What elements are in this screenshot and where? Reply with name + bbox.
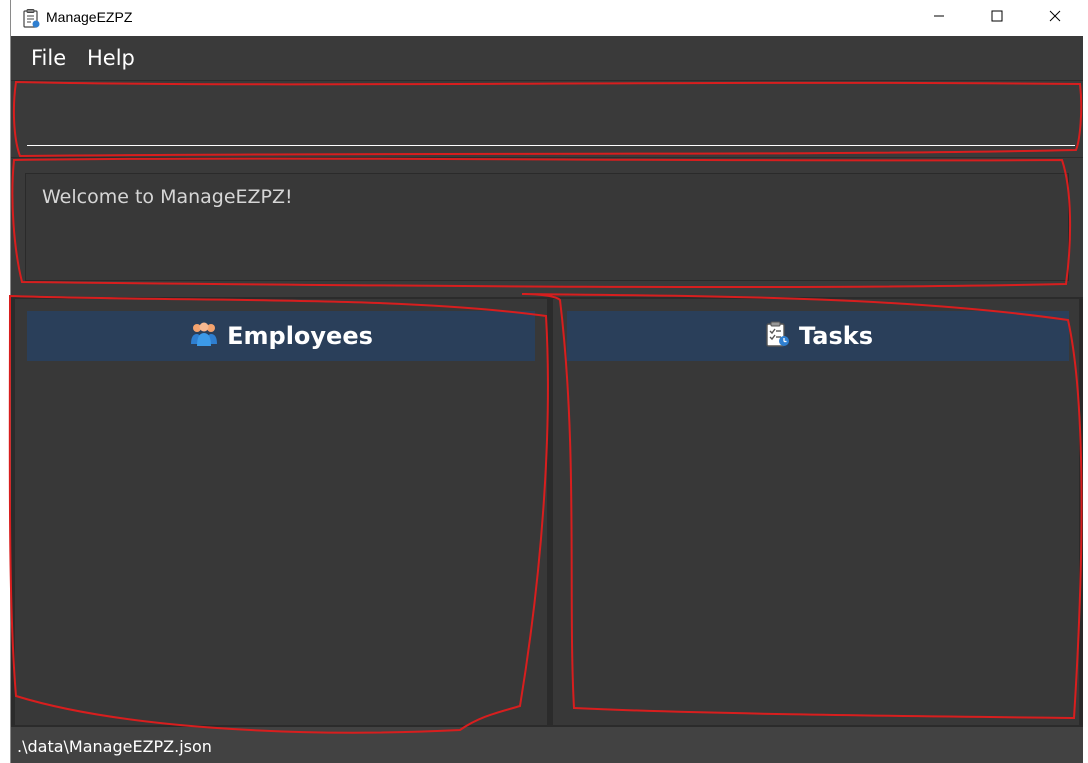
menu-help[interactable]: Help [87, 46, 135, 70]
command-input[interactable] [27, 87, 1075, 146]
maximize-button[interactable] [974, 0, 1020, 33]
clipboard-icon [21, 8, 41, 28]
employees-icon [189, 320, 219, 352]
employee-list-panel[interactable]: Employees [15, 299, 547, 725]
command-box-pane [11, 80, 1083, 157]
result-message: Welcome to ManageEZPZ! [42, 186, 293, 208]
minimize-button[interactable] [916, 0, 962, 33]
task-list-title: Tasks [798, 322, 873, 350]
maximize-icon [991, 7, 1003, 26]
employee-list-title: Employees [227, 322, 373, 350]
menu-file[interactable]: File [31, 46, 66, 70]
task-list-header: Tasks [567, 311, 1069, 361]
menu-bar: File Help [11, 36, 1083, 80]
minimize-icon [933, 7, 945, 26]
status-file-path: .\data\ManageEZPZ.json [17, 737, 212, 756]
tasks-icon [763, 320, 791, 352]
status-bar: .\data\ManageEZPZ.json [11, 727, 1083, 763]
title-bar: ManageEZPZ [11, 0, 1083, 36]
close-button[interactable] [1032, 0, 1078, 33]
lists-area: Employees Tasks [11, 297, 1083, 727]
app-window: ManageEZPZ File Help Welcome to ManageEZ… [10, 0, 1083, 763]
employee-list-header: Employees [27, 311, 535, 361]
task-list-panel[interactable]: Tasks [553, 299, 1079, 725]
result-display[interactable]: Welcome to ManageEZPZ! [25, 173, 1069, 281]
close-icon [1049, 7, 1061, 26]
window-title: ManageEZPZ [46, 9, 133, 25]
result-display-pane: Welcome to ManageEZPZ! [11, 157, 1083, 298]
